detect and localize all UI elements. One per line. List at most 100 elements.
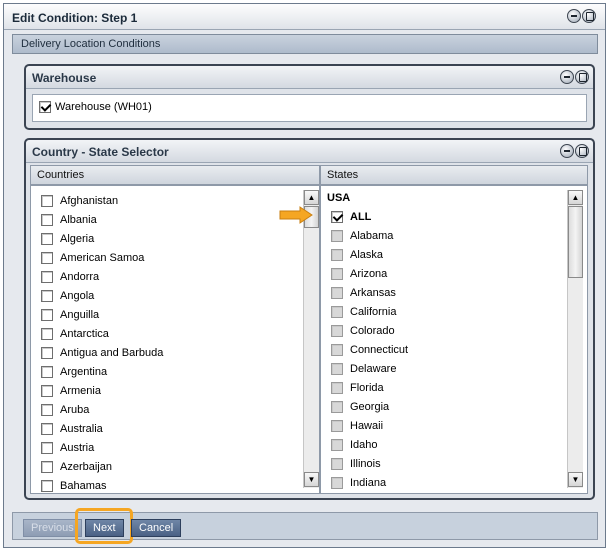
warehouse-item[interactable]: Warehouse (WH01) [39,101,152,113]
country-item[interactable]: Antarctica [41,327,109,341]
country-checkbox[interactable] [41,252,53,264]
country-item[interactable]: Afghanistan [41,194,118,208]
state-checkbox[interactable] [331,382,343,394]
state-item[interactable]: Arkansas [331,286,396,300]
all-states-checkbox[interactable] [331,211,343,223]
country-item[interactable]: American Samoa [41,251,144,265]
state-label: Florida [350,382,384,394]
warehouse-maximize-icon[interactable] [575,70,589,84]
warehouse-list: Warehouse (WH01) [32,94,587,122]
state-item[interactable]: Arizona [331,267,387,281]
state-checkbox[interactable] [331,325,343,337]
country-label: Armenia [60,385,101,397]
country-label: Andorra [60,271,100,283]
state-checkbox[interactable] [331,363,343,375]
state-item[interactable]: Alaska [331,248,383,262]
country-checkbox[interactable] [41,461,53,473]
country-checkbox[interactable] [41,214,53,226]
country-label: Antarctica [60,328,109,340]
state-label: Connecticut [350,344,409,356]
all-states-label: ALL [350,211,372,223]
state-item[interactable]: Florida [331,381,384,395]
country-label: Albania [60,214,97,226]
state-item[interactable]: Illinois [331,457,381,471]
state-checkbox[interactable] [331,268,343,280]
warehouse-panel-header: Warehouse [26,66,593,89]
country-item[interactable]: Algeria [41,232,94,246]
state-item[interactable]: Delaware [331,362,396,376]
state-label: Arizona [350,268,388,280]
state-item[interactable]: Connecticut [331,343,408,357]
country-checkbox[interactable] [41,385,53,397]
state-checkbox[interactable] [331,230,343,242]
country-label: Argentina [60,366,108,378]
country-item[interactable]: Azerbaijan [41,460,112,474]
country-checkbox[interactable] [41,195,53,207]
country-checkbox[interactable] [41,347,53,359]
state-checkbox[interactable] [331,458,343,470]
state-checkbox[interactable] [331,401,343,413]
country-checkbox[interactable] [41,328,53,340]
country-checkbox[interactable] [41,271,53,283]
state-checkbox[interactable] [331,306,343,318]
country-label: Azerbaijan [60,461,112,473]
country-item[interactable]: Argentina [41,365,107,379]
countries-scroll-down-icon[interactable]: ▼ [304,472,319,487]
country-checkbox[interactable] [41,404,53,416]
state-item[interactable]: Georgia [331,400,389,414]
warehouse-checkbox[interactable] [39,101,51,113]
countries-scrollbar[interactable]: ▲ ▼ [303,190,319,488]
minimize-icon[interactable] [567,9,581,23]
country-checkbox[interactable] [41,233,53,245]
state-checkbox[interactable] [331,477,343,489]
country-item[interactable]: Antigua and Barbuda [41,346,163,360]
state-label: Colorado [350,325,395,337]
state-checkbox[interactable] [331,287,343,299]
country-checkbox[interactable] [41,290,53,302]
country-item[interactable]: Australia [41,422,103,436]
country-item[interactable]: Albania [41,213,97,227]
country-item[interactable]: Armenia [41,384,101,398]
state-item[interactable]: California [331,305,396,319]
country-label: Anguilla [60,309,100,321]
state-item[interactable]: Alabama [331,229,393,243]
selector-maximize-icon[interactable] [575,144,589,158]
next-button[interactable]: Next [85,519,124,537]
countries-scroll-up-icon[interactable]: ▲ [304,190,319,205]
state-item[interactable]: Indiana [331,476,386,490]
country-checkbox[interactable] [41,309,53,321]
states-scroll-up-icon[interactable]: ▲ [568,190,583,205]
state-checkbox[interactable] [331,344,343,356]
country-item[interactable]: Anguilla [41,308,99,322]
states-scroll-thumb[interactable] [568,206,583,278]
maximize-icon[interactable] [582,9,596,23]
state-item[interactable]: Hawaii [331,419,383,433]
states-scrollbar[interactable]: ▲ ▼ [567,190,583,488]
state-checkbox[interactable] [331,249,343,261]
section-bar: Delivery Location Conditions [12,34,598,54]
state-label: Indiana [350,477,387,489]
states-scroll-down-icon[interactable]: ▼ [568,472,583,487]
state-item[interactable]: Colorado [331,324,395,338]
state-label: Illinois [350,458,381,470]
state-label: California [350,306,397,318]
previous-button[interactable]: Previous [23,519,82,537]
country-item[interactable]: Bahamas [41,479,106,493]
state-checkbox[interactable] [331,420,343,432]
state-item-all[interactable]: ALL [331,210,371,224]
country-item[interactable]: Angola [41,289,94,303]
country-item[interactable]: Austria [41,441,94,455]
country-item[interactable]: Aruba [41,403,89,417]
selector-minimize-icon[interactable] [560,144,574,158]
state-checkbox[interactable] [331,439,343,451]
selector-panel-header: Country - State Selector [26,140,593,163]
country-item[interactable]: Andorra [41,270,99,284]
country-checkbox[interactable] [41,366,53,378]
state-item[interactable]: Idaho [331,438,378,452]
warehouse-minimize-icon[interactable] [560,70,574,84]
country-state-selector-panel: Country - State Selector Countries State… [24,138,595,500]
country-checkbox[interactable] [41,442,53,454]
country-checkbox[interactable] [41,423,53,435]
country-checkbox[interactable] [41,480,53,492]
cancel-button[interactable]: Cancel [131,519,182,537]
